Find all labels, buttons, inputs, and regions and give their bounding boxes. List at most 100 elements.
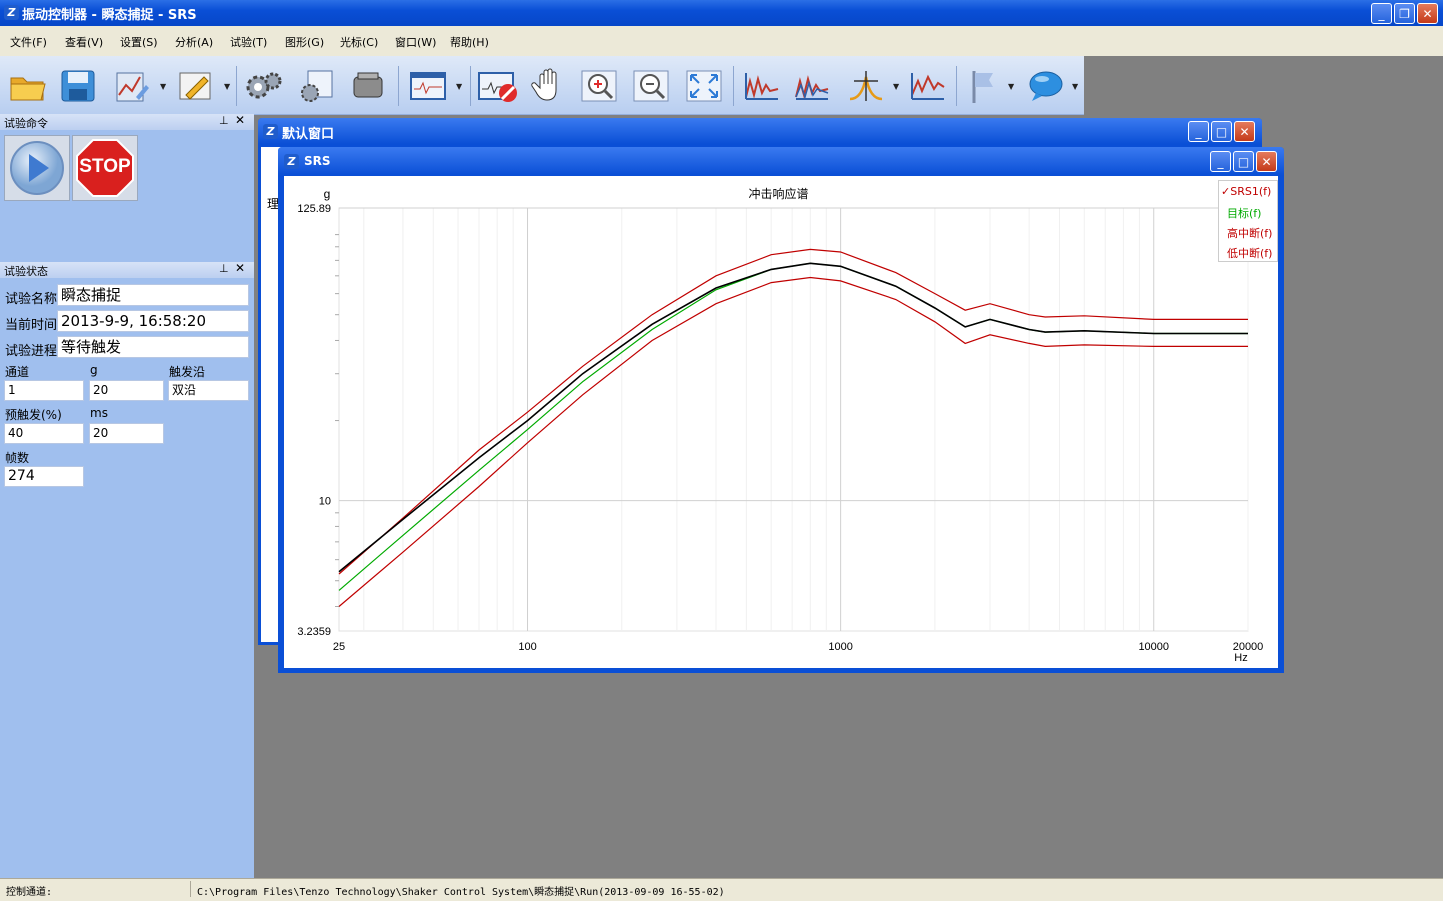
x-tick-label: 10000: [1138, 641, 1169, 653]
srs-window-minimize-button[interactable]: _: [1210, 151, 1231, 172]
chart-edit-dropdown-icon[interactable]: ▼: [160, 82, 166, 91]
default-window-title: 默认窗口: [282, 127, 335, 142]
srs-window-close-button[interactable]: ✕: [1256, 151, 1277, 172]
fit-view-icon[interactable]: [682, 64, 726, 108]
cursor-dropdown-icon[interactable]: ▼: [893, 82, 899, 91]
open-folder-icon[interactable]: [6, 64, 50, 108]
control-channel-label: 控制通道:: [6, 887, 53, 898]
toolbar: ▼ ▼ ▼ ▼ ▼ ▼: [0, 56, 1084, 115]
chart-edit-icon[interactable]: [110, 64, 154, 108]
settings-doc-icon[interactable]: [294, 64, 338, 108]
g-label: g: [90, 363, 98, 377]
spectrum-line-icon[interactable]: [906, 64, 950, 108]
restore-button[interactable]: ❐: [1394, 3, 1415, 24]
legend-item-target[interactable]: 目标(f): [1227, 205, 1261, 221]
y-axis-label: g: [324, 187, 331, 201]
zoom-out-icon[interactable]: [630, 64, 674, 108]
play-icon: [10, 141, 64, 195]
status-separator: [190, 881, 191, 897]
menu-cursor[interactable]: 光标(C): [340, 34, 378, 50]
x-tick-label: 25: [333, 641, 345, 653]
y-tick-label: 3.2359: [297, 626, 331, 638]
pin-icon[interactable]: ⊥: [219, 114, 229, 127]
test-progress-label: 试验进程: [5, 344, 58, 359]
waveform-window-icon[interactable]: [406, 64, 450, 108]
trigger-edge-label: 触发沿: [169, 365, 206, 379]
toolbar-separator: [236, 66, 237, 106]
toolbar-separator: [956, 66, 957, 106]
srs-chart-area[interactable]: 25 100 1000 10000 20000 125.89 10 3.2359 g Hz 冲击响应…: [284, 176, 1278, 668]
shaker-icon[interactable]: [346, 64, 390, 108]
x-tick-label: 1000: [828, 641, 852, 653]
menu-test[interactable]: 试验(T): [230, 34, 267, 50]
test-command-header: 试验命令 ⊥ ✕: [0, 113, 254, 130]
current-time-label: 当前时间: [5, 318, 58, 333]
close-pane-icon[interactable]: ✕: [235, 113, 245, 127]
default-window-titlebar: Z 默认窗口 _ □ ✕: [258, 118, 1262, 144]
start-test-button[interactable]: [4, 135, 70, 201]
legend-item-low-abort[interactable]: 低中断(f): [1227, 245, 1272, 261]
flag-icon[interactable]: [962, 64, 1006, 108]
cursor-peak-icon[interactable]: [844, 64, 888, 108]
menu-graph[interactable]: 图形(G): [285, 34, 324, 50]
hand-pan-icon[interactable]: [528, 64, 572, 108]
spectrum-icon[interactable]: [740, 64, 784, 108]
test-progress-field: 等待触发: [57, 336, 249, 358]
comment-dropdown-icon[interactable]: ▼: [1072, 82, 1078, 91]
menu-window[interactable]: 窗口(W): [395, 34, 436, 50]
plot-frame: [338, 207, 1249, 632]
current-time-field: 2013-9-9, 16:58:20: [57, 310, 249, 332]
frames-field: 274: [4, 466, 84, 487]
close-pane-icon[interactable]: ✕: [235, 261, 245, 275]
zoom-in-icon[interactable]: [578, 64, 622, 108]
g-field[interactable]: 20: [89, 380, 164, 401]
data-path-text: C:\Program Files\Tenzo Technology\Shaker…: [197, 887, 725, 898]
ms-field[interactable]: 20: [89, 423, 164, 444]
stop-record-icon[interactable]: [476, 64, 520, 108]
save-icon[interactable]: [56, 64, 100, 108]
srs-window-maximize-button[interactable]: □: [1233, 151, 1254, 172]
test-status-header: 试验状态 ⊥ ✕: [0, 261, 254, 278]
pencil-icon[interactable]: [174, 64, 218, 108]
y-tick-label: 10: [319, 496, 331, 508]
spectrum-multi-icon[interactable]: [790, 64, 834, 108]
toolbar-separator: [733, 66, 734, 106]
flag-dropdown-icon[interactable]: ▼: [1008, 82, 1014, 91]
channel-label: 通道: [5, 365, 30, 379]
channel-field[interactable]: 1: [4, 380, 84, 401]
window-logo-icon: Z: [263, 124, 278, 139]
comment-icon[interactable]: [1024, 64, 1068, 108]
app-logo-icon: Z: [4, 5, 19, 20]
menu-help[interactable]: 帮助(H): [450, 34, 489, 50]
toolbar-separator: [398, 66, 399, 106]
x-axis-label: Hz: [1234, 652, 1247, 664]
menu-view[interactable]: 查看(V): [65, 34, 103, 50]
srs-window-titlebar: Z SRS _ □ ✕: [278, 147, 1284, 175]
srs-chart[interactable]: 25 100 1000 10000 20000125.89103.2359gHz冲击响应…: [284, 176, 1278, 668]
x-tick-label: 100: [518, 641, 536, 653]
y-tick-label: 125.89: [297, 203, 331, 215]
gears-icon[interactable]: [242, 64, 286, 108]
pencil-dropdown-icon[interactable]: ▼: [224, 82, 230, 91]
pin-icon[interactable]: ⊥: [219, 262, 229, 275]
default-window-minimize-button[interactable]: _: [1188, 121, 1209, 142]
legend-item-high-abort[interactable]: 高中断(f): [1227, 225, 1272, 241]
default-window-close-button[interactable]: ✕: [1234, 121, 1255, 142]
minimize-button[interactable]: _: [1371, 3, 1392, 24]
app-title: 振动控制器 - 瞬态捕捉 - SRS: [22, 8, 197, 23]
ms-label: ms: [90, 406, 108, 420]
toolbar-separator: [470, 66, 471, 106]
menu-file[interactable]: 文件(F): [10, 34, 47, 50]
menu-settings[interactable]: 设置(S): [120, 34, 158, 50]
stop-label: STOP: [79, 156, 131, 177]
default-window-maximize-button[interactable]: □: [1211, 121, 1232, 142]
menu-bar: 文件(F) 查看(V) 设置(S) 分析(A) 试验(T) 图形(G) 光标(C…: [0, 26, 1443, 56]
close-button[interactable]: ✕: [1417, 3, 1438, 24]
waveform-dropdown-icon[interactable]: ▼: [456, 82, 462, 91]
pretrigger-field[interactable]: 40: [4, 423, 84, 444]
stop-test-button[interactable]: STOP: [72, 135, 138, 201]
legend-item-srs1[interactable]: ✓SRS1(f): [1221, 185, 1271, 198]
pretrigger-label: 预触发(%): [5, 408, 62, 422]
menu-analysis[interactable]: 分析(A): [175, 34, 213, 50]
trigger-edge-field[interactable]: 双沿: [168, 380, 249, 401]
